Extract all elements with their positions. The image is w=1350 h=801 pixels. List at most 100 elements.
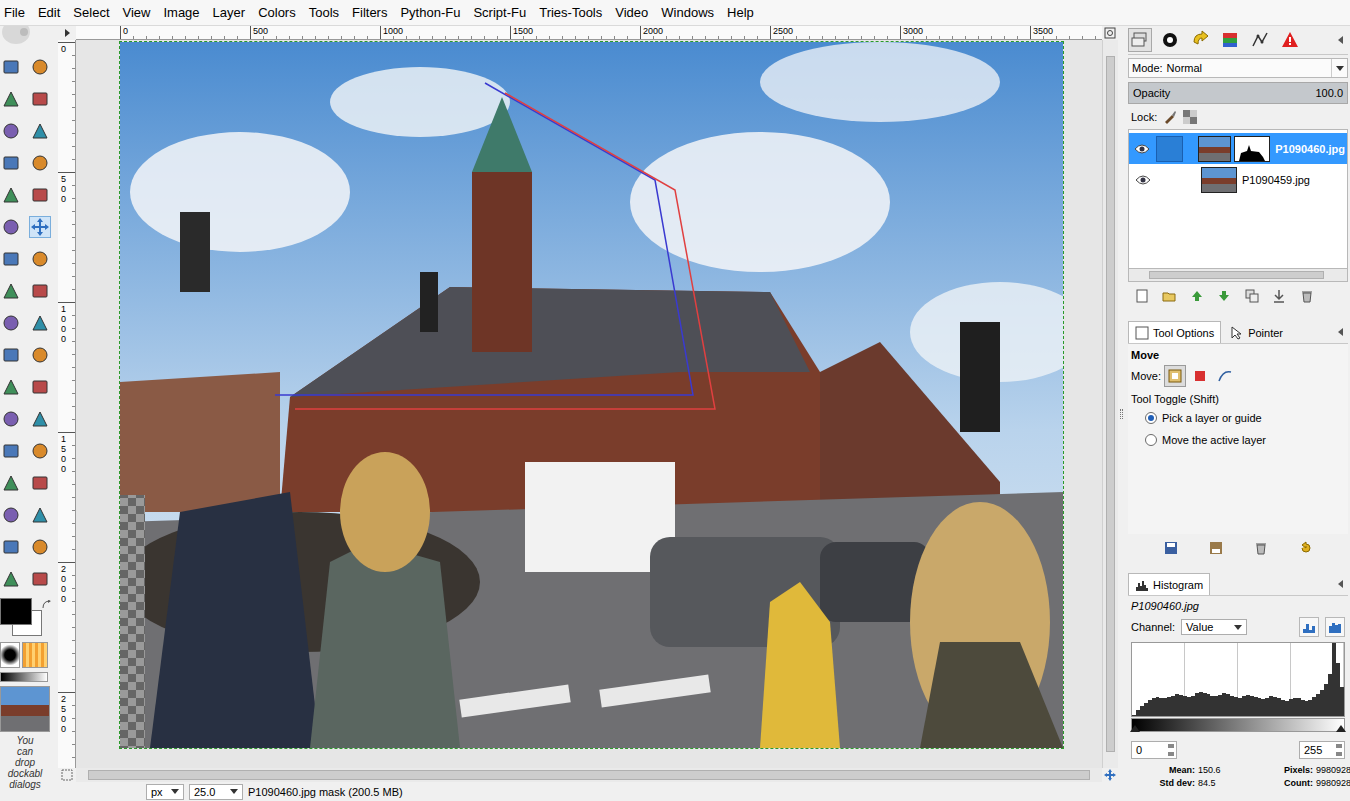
tool-button[interactable] (29, 152, 51, 174)
swap-colors-icon[interactable] (42, 600, 52, 610)
tool-button[interactable] (0, 184, 22, 206)
link-toggle[interactable] (1156, 136, 1182, 162)
tool-button[interactable] (29, 312, 51, 334)
menu-item[interactable]: Python-Fu (396, 5, 466, 20)
navigate-button[interactable] (1102, 768, 1118, 782)
linear-scale-button[interactable] (1299, 617, 1319, 637)
dock-tab[interactable] (1218, 28, 1242, 52)
value-gradient[interactable] (1131, 718, 1345, 732)
tool-button[interactable] (29, 568, 51, 590)
tool-button[interactable] (0, 536, 22, 558)
brush-swatch[interactable] (0, 642, 20, 668)
tool-button[interactable] (0, 344, 22, 366)
tool-button[interactable] (0, 472, 22, 494)
layer-thumbnail[interactable] (1198, 136, 1232, 162)
menu-item[interactable]: View (119, 5, 157, 20)
move-mode-button[interactable] (1164, 365, 1186, 387)
tool-button[interactable] (0, 280, 22, 302)
unit-dropdown[interactable]: px (146, 784, 184, 800)
configure-tab-icon[interactable] (1336, 327, 1346, 337)
layer-action-icon[interactable] (1300, 289, 1314, 303)
configure-tab-icon[interactable] (1336, 579, 1346, 589)
layer-row[interactable]: P1090460.jpg (1129, 133, 1347, 164)
dock-tab[interactable]: Histogram (1128, 573, 1210, 595)
zoom-button[interactable] (1102, 26, 1118, 40)
tool-button[interactable] (0, 504, 22, 526)
tool-button[interactable] (0, 440, 22, 462)
scrollbar-thumb[interactable] (1106, 56, 1115, 752)
reset-options-icon[interactable] (1299, 541, 1313, 555)
tool-button[interactable] (29, 344, 51, 366)
quick-mask-button[interactable] (58, 768, 76, 782)
delete-options-icon[interactable] (1254, 541, 1268, 555)
channel-dropdown[interactable]: Value (1181, 619, 1247, 635)
menu-item[interactable]: Tools (305, 5, 345, 20)
layer-action-icon[interactable] (1272, 289, 1286, 303)
tool-button[interactable] (29, 120, 51, 142)
tool-button[interactable] (0, 376, 22, 398)
visibility-toggle[interactable] (1131, 136, 1153, 162)
menu-item[interactable]: Image (159, 5, 205, 20)
dock-separator[interactable] (1118, 26, 1125, 801)
menu-item[interactable]: Colors (254, 5, 302, 20)
tool-button[interactable] (0, 88, 22, 110)
menu-item[interactable]: Help (723, 5, 760, 20)
layer-row[interactable]: P1090459.jpg (1129, 164, 1347, 195)
menu-item[interactable]: Video (611, 5, 654, 20)
scrollbar-thumb[interactable] (88, 770, 1090, 780)
dock-tab[interactable] (1158, 28, 1182, 52)
menu-item[interactable]: Windows (657, 5, 720, 20)
restore-options-icon[interactable] (1209, 541, 1223, 555)
tool-button[interactable] (0, 408, 22, 430)
log-scale-button[interactable] (1325, 617, 1345, 637)
layer-action-icon[interactable] (1162, 289, 1176, 303)
tool-button[interactable] (29, 408, 51, 430)
tool-button[interactable] (29, 504, 51, 526)
horizontal-scrollbar[interactable] (76, 768, 1102, 782)
image-thumbnail[interactable] (0, 686, 50, 732)
dock-tab[interactable]: Pointer (1223, 321, 1290, 343)
gradient-swatch[interactable] (0, 672, 48, 682)
menu-item[interactable]: Select (69, 5, 115, 20)
dock-tab[interactable] (1128, 28, 1152, 52)
tool-button[interactable] (29, 184, 51, 206)
lock-alpha-icon[interactable] (1183, 110, 1197, 124)
mode-dropdown[interactable]: Mode:Normal (1128, 58, 1348, 78)
visibility-toggle[interactable] (1131, 167, 1155, 193)
tool-button[interactable] (0, 312, 22, 334)
tool-button[interactable] (29, 472, 51, 494)
configure-tab-icon[interactable] (1336, 35, 1346, 45)
radio-option[interactable]: Pick a layer or guide (1131, 409, 1345, 427)
tool-button[interactable] (0, 120, 22, 142)
photo[interactable] (120, 42, 1063, 748)
link-toggle[interactable] (1158, 167, 1186, 193)
radio-option[interactable]: Move the active layer (1131, 431, 1345, 449)
save-options-icon[interactable] (1164, 541, 1178, 555)
opacity-slider[interactable]: Opacity100.0 (1128, 82, 1348, 104)
move-mode-button[interactable] (1214, 365, 1236, 387)
layer-action-icon[interactable] (1135, 289, 1149, 303)
tool-button[interactable] (29, 440, 51, 462)
tool-button[interactable] (29, 536, 51, 558)
histogram-chart[interactable] (1131, 642, 1345, 717)
menu-item[interactable]: File (0, 5, 31, 20)
dock-tab[interactable] (1248, 28, 1272, 52)
horizontal-ruler[interactable]: 0500100015002000250030003500 (76, 26, 1102, 40)
layer-action-icon[interactable] (1245, 289, 1259, 303)
lock-pixels-icon[interactable] (1163, 110, 1177, 124)
dock-tab[interactable] (1278, 28, 1302, 52)
dock-tab[interactable] (1188, 28, 1212, 52)
tool-button[interactable] (29, 280, 51, 302)
mask-thumbnail[interactable] (1234, 136, 1270, 162)
menu-item[interactable]: Edit (34, 5, 66, 20)
vertical-scrollbar[interactable] (1102, 40, 1118, 768)
layer-action-icon[interactable] (1217, 289, 1231, 303)
dock-tab[interactable]: Tool Options (1128, 321, 1221, 343)
foreground-color[interactable] (0, 598, 32, 625)
range-start-field[interactable]: 0 (1131, 741, 1177, 759)
tool-button[interactable] (29, 88, 51, 110)
image-menu-button[interactable] (58, 26, 76, 40)
tool-button[interactable] (29, 376, 51, 398)
layer-list-scrollbar[interactable] (1128, 268, 1348, 282)
menu-item[interactable]: Tries-Tools (535, 5, 608, 20)
